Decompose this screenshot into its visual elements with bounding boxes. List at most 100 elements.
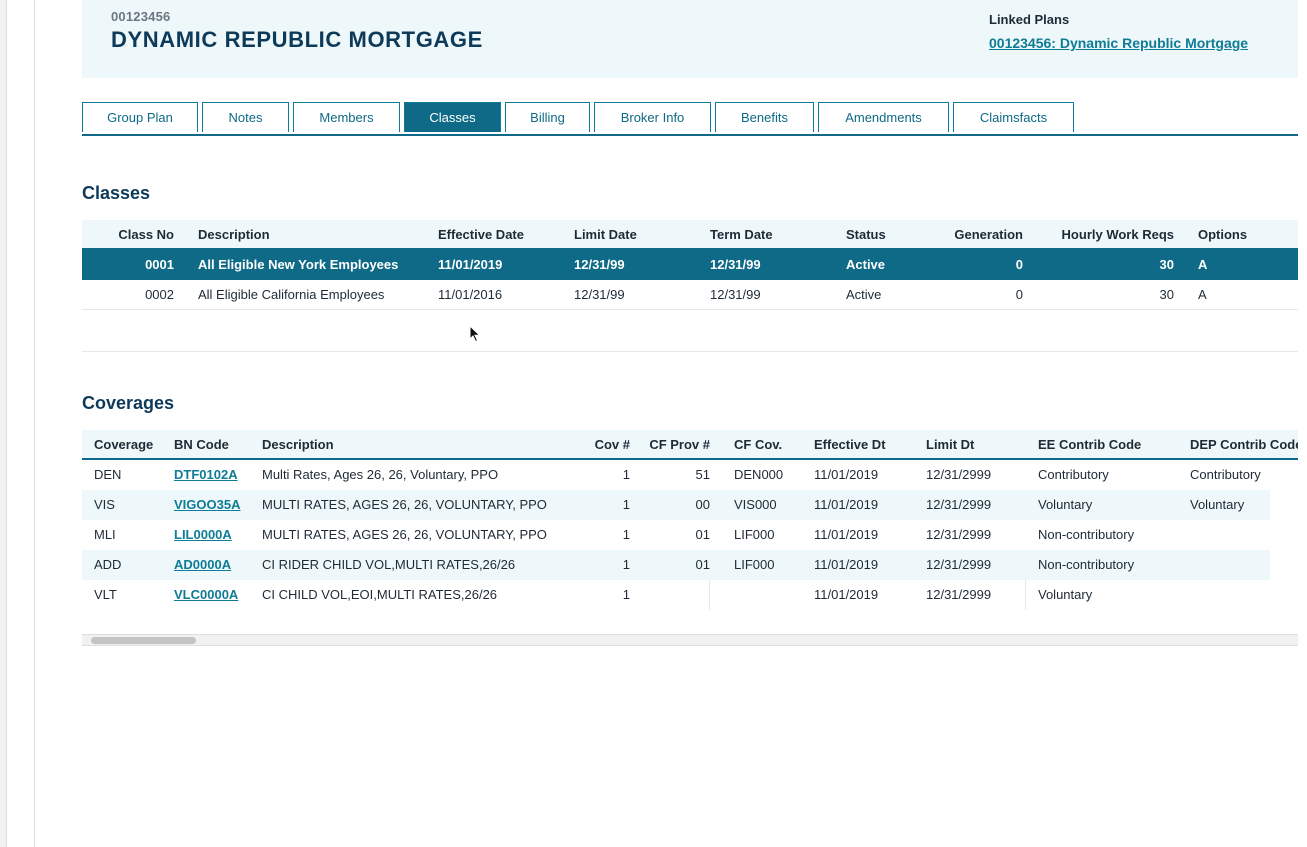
coverage-code: MLI (94, 527, 116, 542)
class-generation: 0 (1015, 257, 1023, 272)
coverage-cf-prov-no: 01 (695, 557, 710, 572)
coverage-cf-cov (734, 580, 806, 610)
coverage-cf-prov-no: 51 (695, 467, 710, 482)
coverage-row[interactable]: VLT VLC0000A CI CHILD VOL,EOI,MULTI RATE… (82, 580, 1270, 610)
col-status[interactable]: Status (846, 220, 926, 250)
coverage-cf-prov-no: 01 (695, 527, 710, 542)
class-term-date: 12/31/99 (710, 257, 761, 272)
coverage-effective-dt: 11/01/2019 (814, 497, 879, 512)
coverage-effective-dt: 11/01/2019 (814, 527, 879, 542)
linked-plans-label: Linked Plans (989, 12, 1070, 27)
coverage-row[interactable]: VIS VIGOO35A MULTI RATES, AGES 26, 26, V… (82, 490, 1270, 520)
coverage-row[interactable]: DEN DTF0102A Multi Rates, Ages 26, 26, V… (82, 460, 1270, 490)
coverage-cov-no: 1 (622, 497, 630, 512)
scrollbar-thumb[interactable] (91, 637, 196, 644)
class-hourly-work-reqs: 30 (1159, 287, 1174, 302)
plan-id: 00123456 (111, 9, 171, 24)
bn-code-link[interactable]: LIL0000A (174, 520, 258, 550)
tab-members[interactable]: Members (293, 102, 400, 132)
coverage-dep-contrib (1190, 580, 1270, 610)
bn-code-link[interactable]: AD0000A (174, 550, 258, 580)
tab-broker-info[interactable]: Broker Info (594, 102, 711, 132)
col-cf-cov[interactable]: CF Cov. (734, 430, 806, 460)
class-limit-date: 12/31/99 (574, 287, 625, 302)
bn-code-link[interactable]: VLC0000A (174, 580, 258, 610)
left-divider (34, 0, 35, 847)
col-generation[interactable]: Generation (932, 220, 1023, 250)
coverage-code: VIS (94, 497, 115, 512)
coverage-dep-contrib (1190, 550, 1270, 580)
col-term-date[interactable]: Term Date (710, 220, 836, 250)
coverage-cf-cov: LIF000 (734, 557, 775, 572)
col-class-no[interactable]: Class No (82, 220, 174, 250)
tab-notes[interactable]: Notes (202, 102, 289, 132)
class-effective-date: 11/01/2019 (438, 257, 503, 272)
coverage-limit-dt: 12/31/2999 (926, 580, 1026, 610)
tab-group-plan[interactable]: Group Plan (82, 102, 198, 132)
classes-table: Class No Description Effective Date Limi… (82, 220, 1298, 352)
coverage-description: CI CHILD VOL,EOI,MULTI RATES,26/26 (262, 587, 498, 602)
linked-plan-link[interactable]: 00123456: Dynamic Republic Mortgage (989, 35, 1248, 51)
coverage-limit-dt: 12/31/2999 (926, 557, 992, 572)
class-status: Active (846, 287, 882, 302)
coverage-limit-dt: 12/31/2999 (926, 527, 992, 542)
classes-header-row: Class No Description Effective Date Limi… (82, 220, 1298, 250)
col-dep-contrib-code[interactable]: DEP Contrib Code (1190, 430, 1298, 460)
col-description[interactable]: Description (198, 220, 428, 250)
col-hourly-work-reqs[interactable]: Hourly Work Reqs (1042, 220, 1174, 250)
left-rail (0, 0, 7, 847)
col-limit-dt[interactable]: Limit Dt (926, 430, 1030, 460)
coverages-header-row: Coverage BN Code Description Cov # CF Pr… (82, 430, 1298, 460)
coverages-horizontal-scrollbar[interactable] (82, 634, 1298, 646)
class-no: 0002 (145, 287, 174, 302)
coverage-dep-contrib: Contributory (1190, 467, 1261, 482)
bn-code-link[interactable]: VIGOO35A (174, 490, 258, 520)
tab-claimsfacts[interactable]: Claimsfacts (953, 102, 1074, 132)
coverage-code: VLT (94, 587, 117, 602)
coverages-table: Coverage BN Code Description Cov # CF Pr… (82, 430, 1298, 612)
class-options: A (1198, 257, 1208, 272)
class-hourly-work-reqs: 30 (1159, 257, 1174, 272)
class-term-date: 12/31/99 (710, 287, 761, 302)
class-row-selected[interactable]: 0001 All Eligible New York Employees 11/… (82, 250, 1298, 280)
bn-code-link[interactable]: DTF0102A (174, 460, 258, 490)
coverage-row[interactable]: MLI LIL0000A MULTI RATES, AGES 26, 26, V… (82, 520, 1270, 550)
class-limit-date: 12/31/99 (574, 257, 625, 272)
coverage-row[interactable]: ADD AD0000A CI RIDER CHILD VOL,MULTI RAT… (82, 550, 1270, 580)
class-row[interactable]: 0002 All Eligible California Employees 1… (82, 280, 1298, 310)
coverage-cov-no: 1 (622, 467, 630, 482)
col-effective-dt[interactable]: Effective Dt (814, 430, 918, 460)
coverage-effective-dt: 11/01/2019 (814, 587, 879, 602)
class-status: Active (846, 257, 886, 272)
col-bn-code[interactable]: BN Code (174, 430, 254, 460)
class-options: A (1198, 287, 1207, 302)
col-cov-no[interactable]: Cov # (572, 430, 630, 460)
coverage-ee-contrib: Contributory (1038, 467, 1109, 482)
col-options[interactable]: Options (1198, 220, 1288, 250)
col-effective-date[interactable]: Effective Date (438, 220, 564, 250)
coverage-cf-cov: LIF000 (734, 527, 775, 542)
coverage-ee-contrib: Voluntary (1038, 587, 1093, 602)
coverage-code: ADD (94, 557, 122, 572)
class-effective-date: 11/01/2016 (438, 287, 503, 302)
col-cf-prov-no[interactable]: CF Prov # (642, 430, 710, 460)
coverage-cov-no: 1 (622, 557, 630, 572)
col-cov-description[interactable]: Description (262, 430, 562, 460)
coverages-section-title: Coverages (82, 393, 175, 413)
plan-name: DYNAMIC REPUBLIC MORTGAGE (111, 27, 483, 52)
col-ee-contrib-code[interactable]: EE Contrib Code (1038, 430, 1182, 460)
col-coverage[interactable]: Coverage (94, 430, 166, 460)
tab-classes[interactable]: Classes (404, 102, 501, 132)
coverage-description: Multi Rates, Ages 26, 26, Voluntary, PPO (262, 467, 499, 482)
coverage-ee-contrib: Non-contributory (1038, 557, 1135, 572)
classes-table-bottom-rule (82, 351, 1298, 352)
tab-amendments[interactable]: Amendments (818, 102, 949, 132)
tab-benefits[interactable]: Benefits (715, 102, 814, 132)
tab-bar: Group Plan Notes Members Classes Billing… (82, 102, 1298, 136)
tab-billing[interactable]: Billing (505, 102, 590, 132)
class-description: All Eligible California Employees (198, 287, 385, 302)
coverage-dep-contrib (1190, 520, 1270, 550)
col-limit-date[interactable]: Limit Date (574, 220, 700, 250)
classes-section-title: Classes (82, 183, 151, 203)
coverage-description: CI RIDER CHILD VOL,MULTI RATES,26/26 (262, 557, 516, 572)
